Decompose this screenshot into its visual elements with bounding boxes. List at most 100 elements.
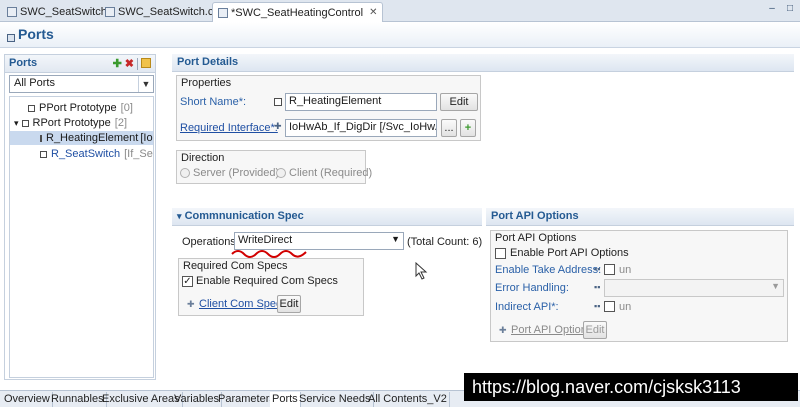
indirect-api-label: Indirect API*: [495,301,559,313]
pin-icon[interactable]: ▪▪ [594,264,600,274]
blog-watermark: https://blog.naver.com/cjsksk3113 [464,373,798,401]
ports-filter-value: All Ports [14,77,55,89]
add-interface-button[interactable]: + [460,119,476,137]
short-name-edit-button[interactable]: Edit [440,93,478,111]
server-label: Server (Provided) [193,167,280,179]
pin-icon[interactable]: ▪▪ [594,301,600,311]
close-icon[interactable]: ✕ [369,7,377,18]
ports-pane-title: Ports [9,57,38,69]
properties-group: Properties Short Name*: R_HeatingElement… [176,75,481,141]
page-title: Ports [18,26,54,42]
pin-icon[interactable] [274,98,282,106]
ports-filter-select[interactable]: All Ports ▼ [9,75,154,93]
port-icon [40,134,42,142]
collapse-icon[interactable]: ▾ [177,211,182,221]
enable-required-com-specs-checkbox[interactable]: ✓ [182,276,193,287]
operations-value: WriteDirect [238,234,293,246]
indirect-api-value: un [619,301,632,313]
port-api-option-link[interactable]: Port API Option [511,324,587,336]
indirect-api-checkbox[interactable] [604,301,615,312]
required-interface-link[interactable]: Required Interface*: [180,122,278,134]
pin-icon[interactable]: ▪▪ [594,282,600,292]
port-api-options-panel: Port API Options Port API Options Enable… [486,208,794,348]
chevron-down-icon[interactable]: ▼ [391,234,400,244]
ports-tree: PPort Prototype [0] ▾ RPort Prototype [2… [9,96,154,378]
tree-node-r-heatingelement[interactable]: R_HeatingElement [IoHw [10,131,153,145]
editor-tab-swc-seatheatingcontrol[interactable]: *SWC_SeatHeatingControl ✕ [212,2,384,22]
page-header: Ports [0,22,800,48]
required-com-specs-group: Required Com Specs ✓ Enable Required Com… [178,258,364,316]
client-radio[interactable] [276,168,286,178]
tree-node-label: PPort Prototype [39,102,117,114]
plus-icon: ✚ [187,299,195,309]
tree-node-r-seatswitch[interactable]: R_SeatSwitch [If_SeatSw [40,147,153,161]
tree-node-label: RPort Prototype [32,117,111,129]
communication-spec-title: Commnunication Spec [184,210,304,222]
tree-node-label: R_HeatingElement [46,132,139,144]
collapse-icon[interactable] [7,34,15,42]
port-api-options-group-title: Port API Options [495,232,577,244]
file-icon [7,7,17,17]
enable-port-api-options-checkbox[interactable] [495,248,506,259]
rport-icon [21,119,29,127]
direction-group: Direction Server (Provided) Client (Requ… [176,150,372,184]
tab-runnables[interactable]: Runnables [49,392,107,407]
minimize-icon[interactable]: – [766,3,778,15]
short-name-label: Short Name*: [180,96,247,108]
client-label: Client (Required) [289,167,373,179]
port-api-options-group: Port API Options Enable Port API Options… [490,230,788,342]
chevron-down-icon[interactable]: ▼ [138,76,153,92]
add-icon[interactable]: ✚ [113,57,122,70]
edit-icon[interactable] [141,58,151,68]
ports-tree-pane: Ports ✚ ✖ All Ports ▼ PPort Prototype [0… [4,54,156,380]
port-icon [40,150,47,158]
tree-node-interface: [If_SeatSw [124,148,153,160]
required-interface-field[interactable]: IoHwAb_If_DigDir [/Svc_IoHwAb/ [285,119,437,137]
editor-tab-swc-seatswitch-c[interactable]: SWC_SeatSwitch.c [100,2,218,22]
ports-toolbar: ✚ ✖ [113,57,151,70]
tree-node-count: [2] [114,117,128,129]
enable-required-com-specs-label: Enable Required Com Specs [196,275,338,287]
browse-button[interactable]: ... [441,119,457,137]
tab-overview[interactable]: Overview [2,392,53,407]
port-api-option-edit-button[interactable]: Edit [583,321,607,339]
tab-service-needs[interactable]: Service Needs [297,392,374,407]
delete-icon[interactable]: ✖ [125,57,134,70]
error-handling-select[interactable]: ▼ [604,279,784,297]
operations-label: Operations [182,236,236,248]
take-address-checkbox[interactable] [604,264,615,275]
take-address-value: un [619,264,632,276]
enable-port-api-options-label: Enable Port API Options [510,247,629,259]
tree-node-interface: [IoHw [140,132,153,144]
tab-variables[interactable]: Variables [172,392,223,407]
port-details-panel: Port Details Properties Short Name*: R_H… [172,54,794,204]
client-com-spec-link[interactable]: Client Com Spec [199,298,282,310]
tree-node-rport[interactable]: ▾ RPort Prototype [2] [14,116,127,130]
window-controls: – □ [766,3,796,15]
server-radio[interactable] [180,168,190,178]
plus-icon: ✚ [499,325,507,335]
tree-node-pport[interactable]: PPort Prototype [0] [28,101,133,115]
client-com-spec-edit-button[interactable]: Edit [277,295,301,313]
editor-tab-label: SWC_SeatSwitch [20,6,107,18]
ports-pane-header: Ports ✚ ✖ [5,55,155,73]
expand-icon[interactable]: ▾ [14,118,19,129]
link-icon[interactable]: ✚ [274,121,282,132]
tab-parameters[interactable]: Parameters [216,392,278,407]
file-icon [218,7,228,18]
chevron-down-icon[interactable]: ▼ [771,281,780,291]
tab-all-contents-v2[interactable]: All Contents_V2 [366,392,450,407]
editor-tab-swc-seatswitch[interactable]: SWC_SeatSwitch [2,2,112,22]
maximize-icon[interactable]: □ [784,3,796,15]
editor-tab-label: SWC_SeatSwitch.c [118,6,214,18]
communication-spec-panel: ▾ Commnunication Spec Operations WriteDi… [172,208,482,328]
enable-take-address-label: Enable Take Address: [495,264,602,276]
tab-exclusive-areas[interactable]: Exclusive Areas [100,392,183,407]
editor-tab-label: *SWC_SeatHeatingControl [231,6,364,19]
editor-tab-strip: SWC_SeatSwitch SWC_SeatSwitch.c *SWC_Sea… [0,0,800,22]
pport-icon [28,104,35,112]
short-name-field[interactable]: R_HeatingElement [285,93,437,111]
direction-title: Direction [181,152,225,164]
tree-node-count: [0] [120,102,133,114]
port-api-options-header: Port API Options [486,208,794,226]
